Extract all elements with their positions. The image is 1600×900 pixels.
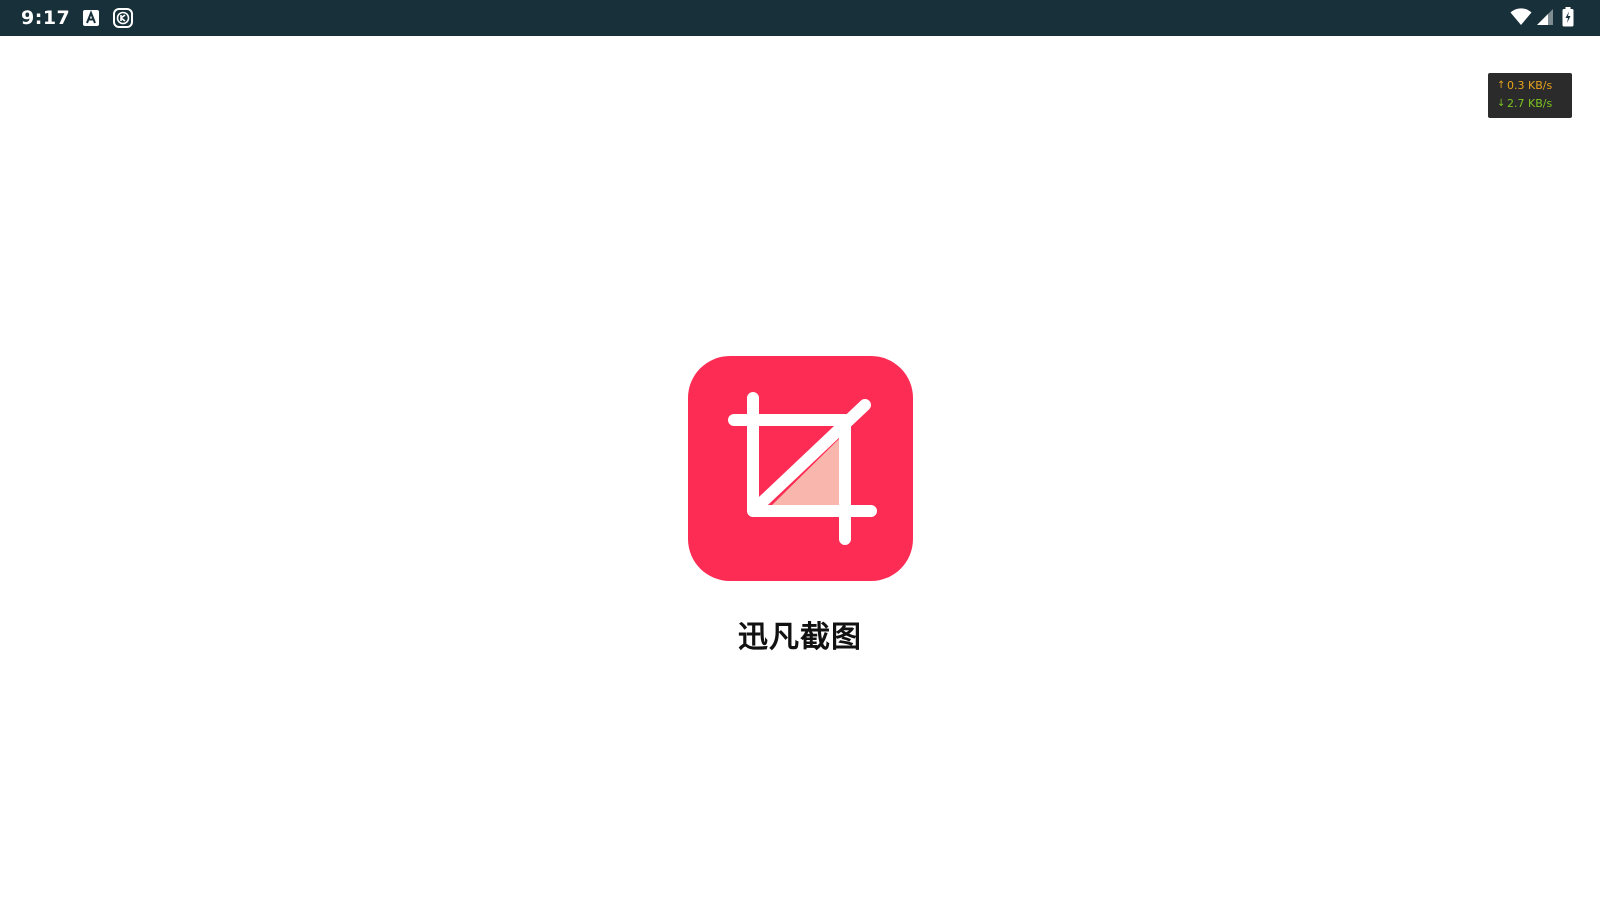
app-logo: [688, 356, 913, 581]
crop-icon: [728, 392, 877, 545]
battery-charging-icon: [1562, 7, 1574, 27]
wifi-icon: [1510, 8, 1532, 25]
upload-arrow-icon: ↑: [1497, 80, 1506, 91]
splash-screen: 9:17 ↑ 0.3 KB/s ↓ 2.7 KB/s 迅凡截图: [0, 0, 1600, 900]
upload-speed: 0.3 KB/s: [1507, 79, 1553, 92]
status-bar: 9:17: [0, 0, 1600, 36]
download-arrow-icon: ↓: [1497, 98, 1506, 109]
net-speed-indicator: ↑ 0.3 KB/s ↓ 2.7 KB/s: [1488, 73, 1572, 118]
status-time: 9:17: [21, 7, 71, 29]
download-speed-row: ↓ 2.7 KB/s: [1488, 95, 1572, 113]
cell-signal-icon: [1537, 9, 1553, 25]
upload-speed-row: ↑ 0.3 KB/s: [1488, 77, 1572, 95]
app-name: 迅凡截图: [738, 620, 862, 655]
download-speed: 2.7 KB/s: [1507, 97, 1553, 110]
a-badge-icon: [83, 10, 99, 26]
k-app-icon: [113, 8, 133, 28]
